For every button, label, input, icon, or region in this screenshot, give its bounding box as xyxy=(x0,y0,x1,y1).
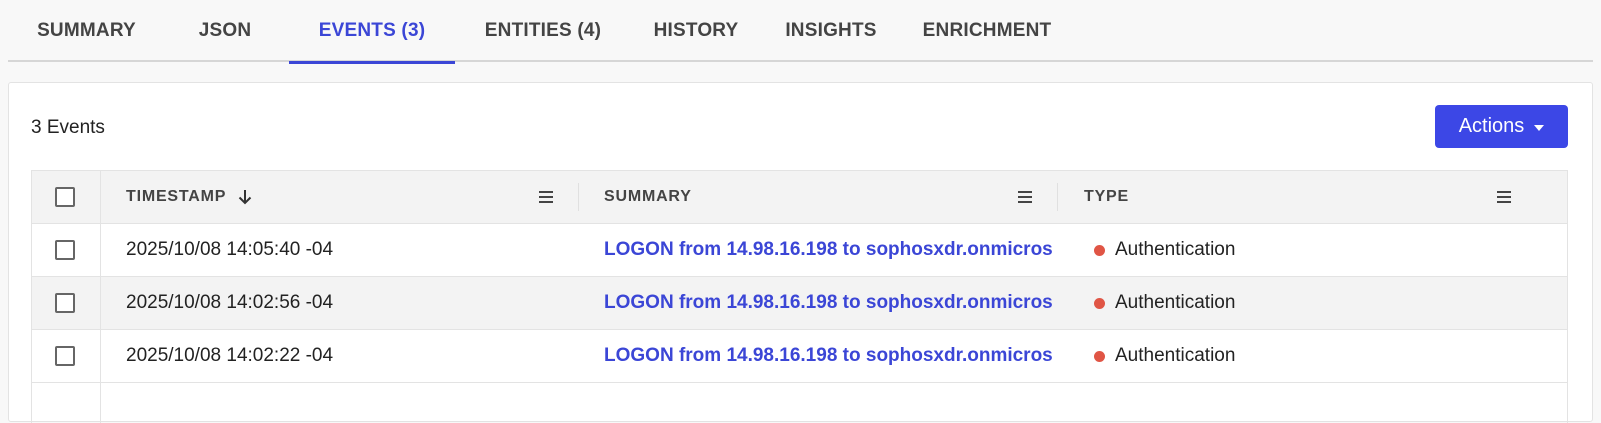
row-checkbox[interactable] xyxy=(55,293,75,313)
column-divider xyxy=(578,183,579,211)
tab-json[interactable]: JSON xyxy=(165,0,285,62)
row-type-label: Authentication xyxy=(1115,292,1236,313)
table-row[interactable]: 2025/10/08 14:05:40 -04 LOGON from 14.98… xyxy=(32,224,1567,277)
tab-summary[interactable]: SUMMARY xyxy=(8,0,165,62)
row-type: Authentication xyxy=(1094,224,1235,276)
row-type-label: Authentication xyxy=(1115,239,1236,260)
table-row[interactable]: 2025/10/08 14:02:22 -04 LOGON from 14.98… xyxy=(32,330,1567,383)
column-header-summary[interactable]: SUMMARY xyxy=(604,171,692,223)
tab-events[interactable]: EVENTS (3) xyxy=(289,0,455,64)
actions-button-label: Actions xyxy=(1458,115,1525,137)
row-type-label: Authentication xyxy=(1115,345,1236,366)
row-type: Authentication xyxy=(1094,277,1235,329)
actions-button[interactable]: Actions xyxy=(1435,105,1568,148)
events-count: 3 Events xyxy=(31,117,105,138)
summary-column-menu-icon[interactable] xyxy=(1018,190,1032,204)
row-timestamp: 2025/10/08 14:02:56 -04 xyxy=(126,292,334,313)
events-table: TIMESTAMP SUMMARY TYPE 2025/10/08 14:05:… xyxy=(31,170,1568,423)
tab-enrichment[interactable]: ENRICHMENT xyxy=(901,0,1073,62)
status-dot-icon xyxy=(1094,350,1105,362)
column-header-timestamp[interactable]: TIMESTAMP xyxy=(126,171,252,223)
timestamp-column-menu-icon[interactable] xyxy=(539,190,553,204)
row-summary-link[interactable]: LOGON from 14.98.16.198 to sophosxdr.onm… xyxy=(604,224,1053,276)
status-dot-icon xyxy=(1094,297,1105,309)
row-timestamp: 2025/10/08 14:05:40 -04 xyxy=(126,239,334,260)
tab-bar: SUMMARY JSON EVENTS (3) ENTITIES (4) HIS… xyxy=(8,0,1593,64)
arrow-down-icon[interactable] xyxy=(238,189,252,205)
checkbox-column-border xyxy=(100,170,101,423)
caret-down-icon xyxy=(1534,124,1545,131)
column-header-type[interactable]: TYPE xyxy=(1084,171,1129,223)
select-all-checkbox[interactable] xyxy=(55,187,75,207)
timestamp-header-label: TIMESTAMP xyxy=(126,188,227,205)
status-dot-icon xyxy=(1094,244,1105,256)
row-checkbox[interactable] xyxy=(55,240,75,260)
table-row[interactable]: 2025/10/08 14:02:56 -04 LOGON from 14.98… xyxy=(32,277,1567,330)
tab-history[interactable]: HISTORY xyxy=(631,0,761,62)
row-summary-link[interactable]: LOGON from 14.98.16.198 to sophosxdr.onm… xyxy=(604,277,1053,329)
events-panel: 3 Events Actions TIMESTAMP SUMMARY TYPE … xyxy=(8,82,1593,423)
row-checkbox[interactable] xyxy=(55,346,75,366)
tab-insights[interactable]: INSIGHTS xyxy=(761,0,901,62)
table-header: TIMESTAMP SUMMARY TYPE xyxy=(32,170,1567,224)
row-timestamp: 2025/10/08 14:02:22 -04 xyxy=(126,345,334,366)
type-column-menu-icon[interactable] xyxy=(1497,190,1511,204)
row-type: Authentication xyxy=(1094,330,1235,382)
column-divider xyxy=(1057,183,1058,211)
row-summary-link[interactable]: LOGON from 14.98.16.198 to sophosxdr.onm… xyxy=(604,330,1053,382)
tab-entities[interactable]: ENTITIES (4) xyxy=(455,0,631,62)
